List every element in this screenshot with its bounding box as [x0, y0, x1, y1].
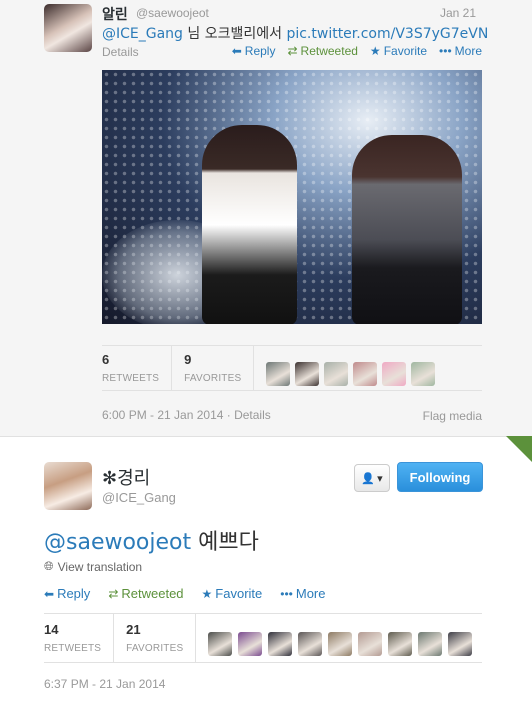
view-translation-link[interactable]: 🌐︎ View translation — [44, 559, 142, 574]
retweet-corner-badge — [506, 436, 532, 462]
favoriter-avatar[interactable] — [388, 632, 413, 656]
globe-icon: 🌐︎ — [44, 559, 54, 573]
tweet-date[interactable]: Jan 21 — [440, 6, 476, 20]
favoriter-avatar[interactable] — [358, 632, 383, 656]
expanded-tweet[interactable]: 알린 @saewoojeot Jan 21 @ICE_Gang 님 오크밸리에서… — [0, 0, 532, 437]
more-button[interactable]: ••• More — [280, 586, 325, 601]
person-icon: 👤 — [361, 472, 376, 485]
favorites-label: FAVORITES — [184, 373, 242, 384]
reply-icon: ⬅ — [231, 44, 242, 58]
favoriter-avatar[interactable] — [295, 361, 320, 386]
media-link[interactable]: pic.twitter.com/V3S7yG7eVN — [286, 26, 488, 42]
flag-media-link[interactable]: Flag media — [423, 409, 482, 423]
twitter-timeline: 알린 @saewoojeot Jan 21 @ICE_Gang 님 오크밸리에서… — [0, 0, 532, 707]
favoriter-avatar[interactable] — [328, 632, 353, 656]
favoriter-avatar[interactable] — [418, 632, 443, 656]
retweets-stat[interactable]: 14 RETWEETS — [44, 614, 115, 662]
tweet-photo[interactable] — [102, 70, 482, 324]
more-button[interactable]: ••• More — [439, 44, 482, 58]
favorites-count: 9 — [184, 352, 192, 367]
favoriter-avatar[interactable] — [268, 632, 293, 656]
favorite-label: Favorite — [383, 44, 428, 58]
reply-icon: ⬅ — [44, 586, 55, 601]
tweet-actions: ⬅ Reply ⇄ Retweeted ★ Favorite ••• More — [44, 586, 326, 601]
favoriter-avatar[interactable] — [324, 361, 349, 386]
favoriter-avatar[interactable] — [266, 361, 291, 386]
retweets-stat[interactable]: 6 RETWEETS — [102, 346, 173, 390]
favoriter-avatar[interactable] — [448, 632, 473, 656]
favorites-stat[interactable]: 9 FAVORITES — [184, 346, 255, 390]
favorites-label: FAVORITES — [126, 643, 184, 654]
favoriter-avatar[interactable] — [411, 361, 436, 386]
star-icon: ★ — [369, 44, 381, 58]
retweeted-label: Retweeted — [300, 44, 358, 58]
avatar[interactable] — [44, 4, 92, 52]
reply-label: Reply — [244, 44, 276, 58]
favorite-label: Favorite — [215, 586, 263, 601]
more-label: More — [295, 586, 326, 601]
tweet-text-body: 님 오크밸리에서 — [182, 26, 287, 42]
favoriter-avatars — [266, 346, 436, 390]
tweet-timestamp[interactable]: 6:00 PM - 21 Jan 2014 · Details — [102, 408, 271, 422]
retweet-icon: ⇄ — [108, 586, 119, 601]
tweet-stats: 14 RETWEETS 21 FAVORITES — [44, 613, 482, 663]
avatar[interactable] — [44, 462, 92, 510]
favorite-button[interactable]: ★ Favorite — [370, 44, 427, 58]
tweet-text: @saewoojeot 예쁘다 — [44, 524, 259, 556]
tweet-text-body: 예쁘다 — [191, 530, 259, 555]
favoriter-avatar[interactable] — [298, 632, 323, 656]
more-label: More — [454, 44, 482, 58]
retweets-label: RETWEETS — [102, 373, 160, 384]
reply-label: Reply — [57, 586, 91, 601]
details-link[interactable]: Details — [102, 45, 139, 59]
more-icon: ••• — [439, 44, 452, 58]
retweeted-label: Retweeted — [121, 586, 184, 601]
favoriter-avatar[interactable] — [353, 361, 378, 386]
following-button[interactable]: Following — [397, 462, 483, 492]
favorite-button[interactable]: ★ Favorite — [202, 586, 263, 601]
user-handle[interactable]: @saewoojeot — [136, 6, 209, 20]
retweets-count: 6 — [102, 352, 110, 367]
tweet-stats: 6 RETWEETS 9 FAVORITES — [102, 345, 482, 391]
retweeted-button[interactable]: ⇄ Retweeted — [287, 44, 357, 58]
user-actions-dropdown[interactable]: 👤 ▾ — [354, 464, 390, 492]
favorites-stat[interactable]: 21 FAVORITES — [126, 614, 197, 662]
tweet-actions: ⬅ Reply ⇄ Retweeted ★ Favorite ••• More — [232, 44, 482, 58]
user-handle[interactable]: @ICE_Gang — [102, 490, 176, 505]
mention-link[interactable]: @ICE_Gang — [102, 26, 183, 42]
favoriter-avatars — [208, 614, 473, 662]
view-translation-label: View translation — [57, 559, 143, 574]
user-name[interactable]: ✻경리 — [102, 464, 150, 490]
user-name[interactable]: 알린 — [102, 4, 128, 24]
chevron-down-icon: ▾ — [377, 472, 383, 485]
retweet-icon: ⇄ — [287, 44, 298, 58]
reply-button[interactable]: ⬅ Reply — [44, 586, 90, 601]
reply-button[interactable]: ⬅ Reply — [232, 44, 276, 58]
star-icon: ★ — [201, 586, 213, 601]
favoriter-avatar[interactable] — [238, 632, 263, 656]
retweeted-button[interactable]: ⇄ Retweeted — [108, 586, 183, 601]
retweets-count: 14 — [44, 622, 59, 637]
tweet-text: @ICE_Gang 님 오크밸리에서 pic.twitter.com/V3S7y… — [102, 23, 488, 43]
more-icon: ••• — [280, 586, 293, 601]
mention-link[interactable]: @saewoojeot — [44, 530, 191, 555]
retweets-label: RETWEETS — [44, 643, 102, 654]
tweet-timestamp[interactable]: 6:37 PM - 21 Jan 2014 — [44, 677, 165, 691]
favorites-count: 21 — [126, 622, 141, 637]
favoriter-avatar[interactable] — [208, 632, 233, 656]
favoriter-avatar[interactable] — [382, 361, 407, 386]
